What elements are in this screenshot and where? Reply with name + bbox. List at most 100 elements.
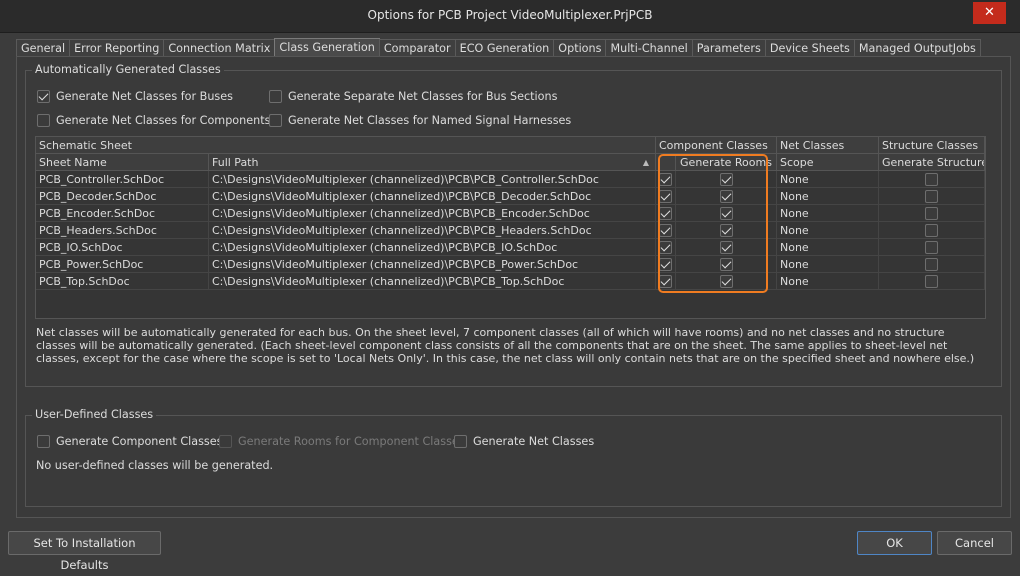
bus-sections-checkbox[interactable] <box>269 90 282 103</box>
component-net-classes-label: Generate Net Classes for Components <box>56 114 271 127</box>
tab-multi-channel[interactable]: Multi-Channel <box>605 39 693 57</box>
sheet-name-column[interactable]: Sheet Name <box>36 154 209 171</box>
generate-rooms-cell[interactable] <box>676 273 777 290</box>
generate-structure-checkbox[interactable] <box>925 240 938 254</box>
generate-structure-checkbox[interactable] <box>925 223 938 237</box>
harness-net-classes-checkbox[interactable] <box>269 114 282 127</box>
sheet-name-cell: PCB_Top.SchDoc <box>36 273 209 290</box>
full-path-cell: C:\Designs\VideoMultiplexer (channelized… <box>209 256 656 273</box>
component-classes-header: Component Classes <box>656 137 777 154</box>
component-class-checkbox[interactable] <box>659 206 672 220</box>
bus-net-classes-checkbox[interactable] <box>37 90 50 103</box>
component-class-cell[interactable] <box>656 222 676 239</box>
tab-options[interactable]: Options <box>553 39 607 57</box>
sheet-classes-grid: Schematic Sheet Component Classes Net Cl… <box>35 136 986 319</box>
option-user-rooms: Generate Rooms for Component Classes <box>219 435 465 448</box>
scope-cell: None <box>777 171 879 188</box>
tab-bar: General Error Reporting Connection Matrix C… <box>16 38 981 57</box>
generate-rooms-cell[interactable] <box>676 239 777 256</box>
generate-structure-cell[interactable] <box>879 273 985 290</box>
close-icon[interactable]: ✕ <box>973 2 1006 24</box>
generate-structure-cell[interactable] <box>879 222 985 239</box>
option-user-net-classes[interactable]: Generate Net Classes <box>454 435 594 448</box>
component-class-checkbox[interactable] <box>659 189 672 203</box>
full-path-label: Full Path <box>212 156 259 169</box>
net-classes-header: Net Classes <box>777 137 879 154</box>
scope-cell: None <box>777 222 879 239</box>
generate-structure-cell[interactable] <box>879 171 985 188</box>
generate-rooms-checkbox[interactable] <box>719 189 733 203</box>
generate-rooms-cell[interactable] <box>676 171 777 188</box>
component-class-cell[interactable] <box>656 188 676 205</box>
generate-structure-cell[interactable] <box>879 256 985 273</box>
full-path-cell: C:\Designs\VideoMultiplexer (channelized… <box>209 205 656 222</box>
tab-error-reporting[interactable]: Error Reporting <box>69 39 165 57</box>
generate-rooms-cell[interactable] <box>676 205 777 222</box>
auto-group-title: Automatically Generated Classes <box>32 63 224 76</box>
generate-structure-checkbox[interactable] <box>925 189 938 203</box>
ok-button[interactable]: OK <box>857 531 932 555</box>
generate-structure-cell[interactable] <box>879 205 985 222</box>
component-class-cell[interactable] <box>656 171 676 188</box>
component-class-checkbox[interactable] <box>659 240 672 254</box>
tab-device-sheets[interactable]: Device Sheets <box>764 39 855 57</box>
option-bus-net-classes[interactable]: Generate Net Classes for Buses <box>37 90 233 103</box>
component-class-cell[interactable] <box>656 273 676 290</box>
full-path-cell: C:\Designs\VideoMultiplexer (channelized… <box>209 188 656 205</box>
scope-cell: None <box>777 188 879 205</box>
generation-description: Net classes will be automatically genera… <box>36 326 975 365</box>
sheet-name-cell: PCB_Power.SchDoc <box>36 256 209 273</box>
generate-rooms-checkbox[interactable] <box>719 223 733 237</box>
schematic-sheet-header: Schematic Sheet <box>36 137 656 154</box>
full-path-cell: C:\Designs\VideoMultiplexer (channelized… <box>209 239 656 256</box>
option-user-component-classes[interactable]: Generate Component Classes <box>37 435 222 448</box>
generate-rooms-checkbox[interactable] <box>719 274 733 288</box>
component-net-classes-checkbox[interactable] <box>37 114 50 127</box>
tab-general[interactable]: General <box>16 39 71 57</box>
generate-structure-checkbox[interactable] <box>925 206 938 220</box>
generate-structure-column[interactable]: Generate Structure <box>879 154 985 171</box>
full-path-cell: C:\Designs\VideoMultiplexer (channelized… <box>209 171 656 188</box>
full-path-column[interactable]: Full Path ▲ <box>209 154 656 171</box>
generate-rooms-cell[interactable] <box>676 188 777 205</box>
generate-structure-cell[interactable] <box>879 188 985 205</box>
generate-rooms-checkbox[interactable] <box>719 240 733 254</box>
cancel-button[interactable]: Cancel <box>937 531 1012 555</box>
component-class-cell[interactable] <box>656 256 676 273</box>
generate-rooms-checkbox[interactable] <box>719 172 733 186</box>
tab-managed-outputjobs[interactable]: Managed OutputJobs <box>853 39 981 57</box>
tab-parameters[interactable]: Parameters <box>691 39 766 57</box>
component-class-cell[interactable] <box>656 205 676 222</box>
generate-structure-checkbox[interactable] <box>925 274 938 288</box>
user-component-classes-checkbox[interactable] <box>37 435 50 448</box>
option-harness-net-classes[interactable]: Generate Net Classes for Named Signal Ha… <box>269 114 571 127</box>
generate-rooms-cell[interactable] <box>676 256 777 273</box>
option-bus-sections[interactable]: Generate Separate Net Classes for Bus Se… <box>269 90 557 103</box>
generate-rooms-cell[interactable] <box>676 222 777 239</box>
title-bar: Options for PCB Project VideoMultiplexer… <box>0 0 1020 33</box>
component-class-checkbox[interactable] <box>659 257 672 271</box>
sheet-name-cell: PCB_Encoder.SchDoc <box>36 205 209 222</box>
generate-rooms-column[interactable]: Generate Rooms <box>676 154 777 171</box>
scope-column[interactable]: Scope <box>777 154 879 171</box>
component-class-checkbox[interactable] <box>659 223 672 237</box>
user-net-classes-checkbox[interactable] <box>454 435 467 448</box>
tab-class-generation[interactable]: Class Generation <box>274 38 380 57</box>
set-defaults-button[interactable]: Set To Installation Defaults <box>8 531 161 572</box>
bus-net-classes-label: Generate Net Classes for Buses <box>56 90 233 103</box>
tab-comparator[interactable]: Comparator <box>378 39 456 57</box>
harness-net-classes-label: Generate Net Classes for Named Signal Ha… <box>288 114 572 127</box>
class-generation-panel: Automatically Generated Classes Generate… <box>16 56 1011 518</box>
generate-structure-cell[interactable] <box>879 239 985 256</box>
tab-connection-matrix[interactable]: Connection Matrix <box>163 39 276 57</box>
generate-rooms-checkbox[interactable] <box>719 206 733 220</box>
generate-structure-checkbox[interactable] <box>925 172 938 186</box>
option-component-net-classes[interactable]: Generate Net Classes for Components <box>37 114 270 127</box>
component-class-checkbox[interactable] <box>659 172 672 186</box>
generate-structure-checkbox[interactable] <box>925 257 938 271</box>
generate-rooms-checkbox[interactable] <box>719 257 733 271</box>
component-class-cell[interactable] <box>656 239 676 256</box>
user-rooms-checkbox <box>219 435 232 448</box>
component-class-checkbox[interactable] <box>659 274 672 288</box>
tab-eco-generation[interactable]: ECO Generation <box>454 39 555 57</box>
